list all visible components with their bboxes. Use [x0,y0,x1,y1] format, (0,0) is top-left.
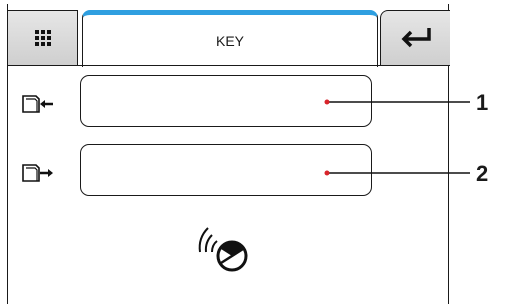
menu-button[interactable] [8,10,78,66]
title-tab: KEY [82,10,378,67]
key-in-field[interactable] [80,75,372,127]
door-in-arrow-icon [22,95,53,113]
header-divider [8,65,448,66]
callout-number-1: 1 [476,90,489,115]
enter-button[interactable] [380,10,450,66]
door-out-arrow-icon [22,164,53,182]
key-out-field[interactable] [80,144,372,196]
callout-number-2: 2 [476,161,489,186]
header-bar: KEY [8,4,450,67]
key-out-input[interactable] [87,149,369,193]
rfid-tag-icon [198,227,248,272]
key-in-input[interactable] [87,80,369,124]
grid-icon [34,30,51,46]
enter-return-icon [401,28,431,48]
page-title: KEY [215,33,244,49]
